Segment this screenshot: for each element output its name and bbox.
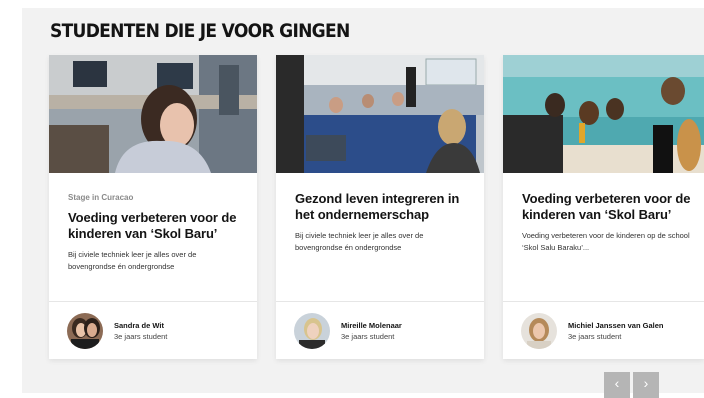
card-photo <box>49 55 257 173</box>
carousel-next-button[interactable]: › <box>633 372 659 398</box>
student-story-card[interactable]: Voeding verbeteren voor de kinderen van … <box>503 55 704 359</box>
card-photo <box>503 55 704 173</box>
card-title[interactable]: Voeding verbeteren voor de kinderen van … <box>522 191 692 223</box>
author-name: Mireille Molenaar <box>341 320 402 330</box>
section-heading: STUDENTEN DIE JE VOOR GINGEN <box>50 20 350 42</box>
avatar <box>67 313 103 349</box>
card-divider <box>503 301 704 302</box>
author-role: 3e jaars student <box>341 331 395 341</box>
student-story-card[interactable]: Gezond leven integreren in het onderneme… <box>276 55 484 359</box>
avatar <box>521 313 557 349</box>
author-name: Sandra de Wit <box>114 320 164 330</box>
card-description: Voeding verbeteren voor de kinderen op d… <box>522 231 690 252</box>
card-author[interactable]: Sandra de Wit 3e jaars student <box>67 312 167 350</box>
avatar <box>294 313 330 349</box>
chevron-left-icon: ‹ <box>614 375 620 391</box>
chevron-right-icon: › <box>643 375 649 391</box>
card-divider <box>49 301 257 302</box>
card-author[interactable]: Michiel Janssen van Galen 3e jaars stude… <box>521 312 663 350</box>
author-name: Michiel Janssen van Galen <box>568 320 664 330</box>
card-title[interactable]: Voeding verbeteren voor de kinderen van … <box>68 210 245 242</box>
card-title[interactable]: Gezond leven integreren in het onderneme… <box>295 191 472 223</box>
card-category: Stage in Curacao <box>68 193 134 202</box>
carousel-prev-button[interactable]: ‹ <box>604 372 630 398</box>
card-description: Bij civiele techniek leer je alles over … <box>295 231 424 252</box>
author-role: 3e jaars student <box>568 331 622 341</box>
card-divider <box>276 301 484 302</box>
student-story-card[interactable]: Stage in Curacao Voeding verbeteren voor… <box>49 55 257 359</box>
students-section: STUDENTEN DIE JE VOOR GINGEN Stage in Cu… <box>22 8 704 393</box>
author-role: 3e jaars student <box>114 331 168 341</box>
card-author[interactable]: Mireille Molenaar 3e jaars student <box>294 312 402 350</box>
card-description: Bij civiele techniek leer je alles over … <box>68 250 197 271</box>
card-photo <box>276 55 484 173</box>
